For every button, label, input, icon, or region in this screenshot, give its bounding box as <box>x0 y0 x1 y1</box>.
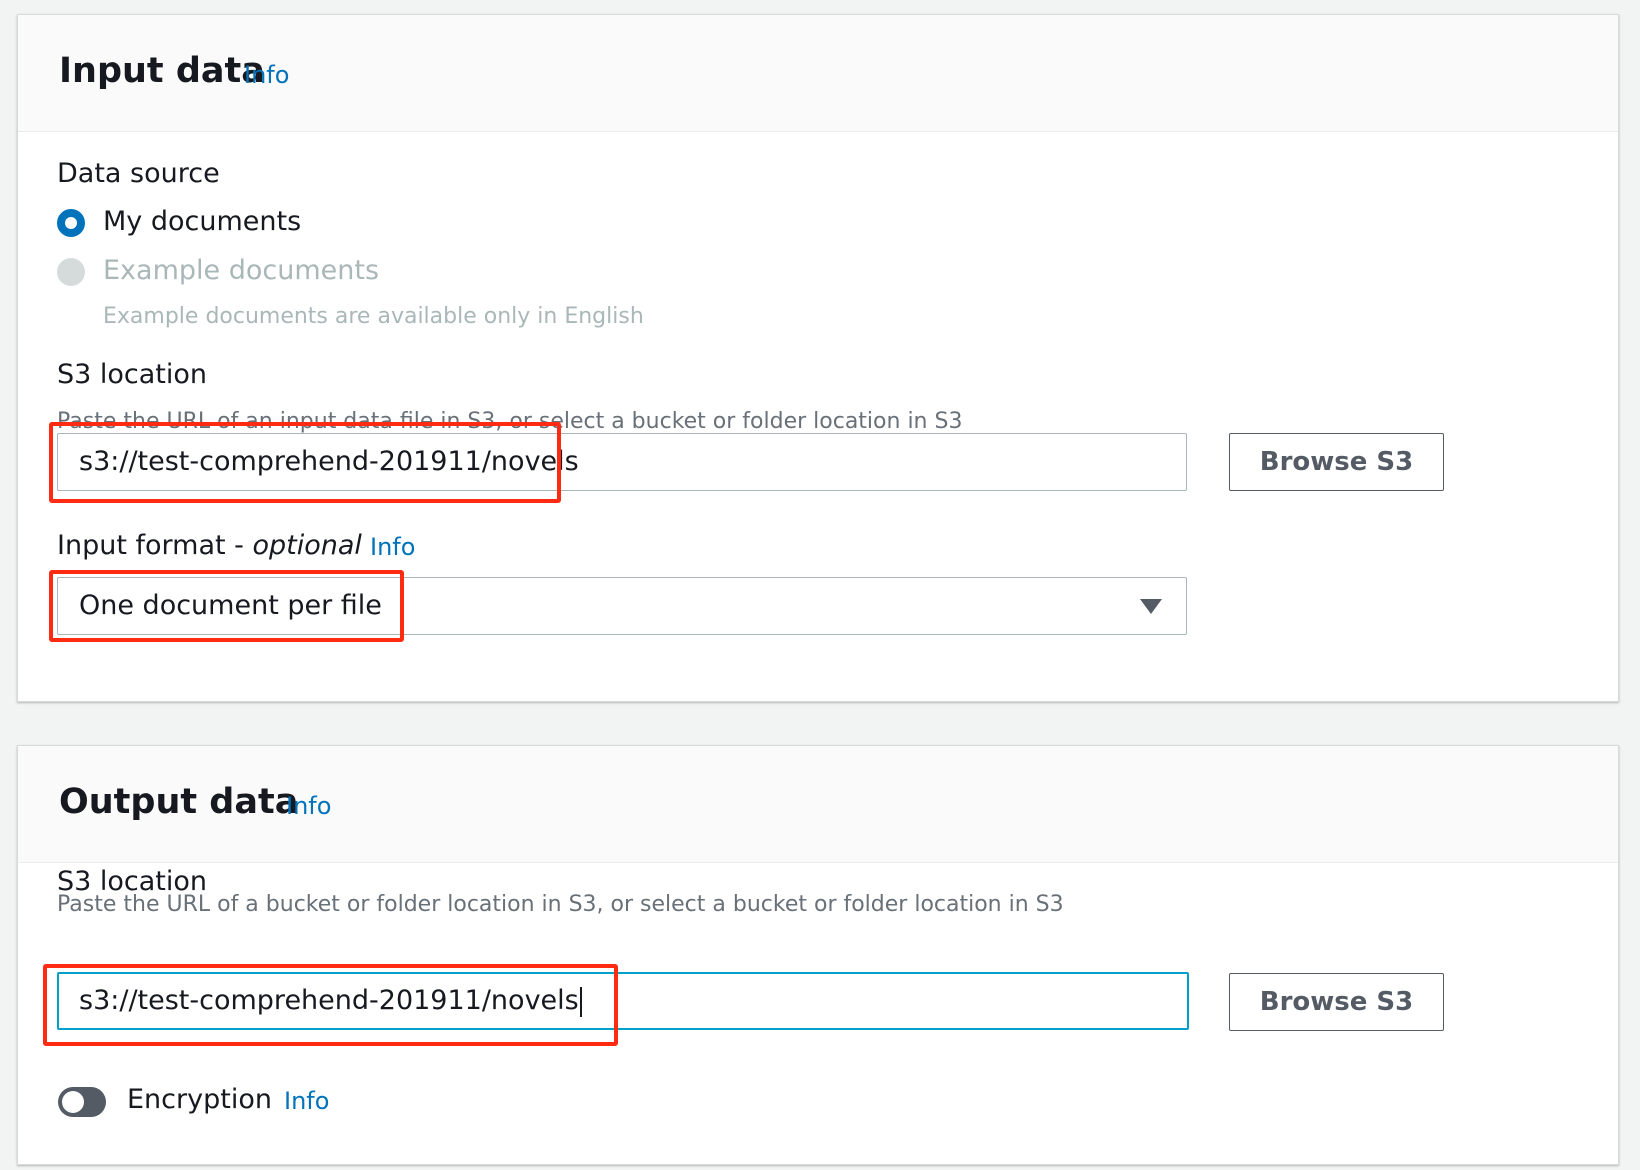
input-format-label: Input format - optional <box>57 530 362 562</box>
input-format-select[interactable]: One document per file <box>57 577 1187 635</box>
output-s3-location-description: Paste the URL of a bucket or folder loca… <box>57 892 1064 917</box>
input-format-selected: One document per file <box>79 590 382 621</box>
caret-down-icon <box>1140 599 1162 614</box>
input-data-panel: Input data Info Data source My documents… <box>17 14 1619 702</box>
output-data-panel: Output data Info S3 location Paste the U… <box>17 745 1619 1165</box>
output-s3-location-value: s3://test-comprehend-201911/novels <box>79 985 579 1016</box>
data-source-label: Data source <box>57 158 220 189</box>
input-s3-location-value: s3://test-comprehend-201911/novels <box>79 446 579 477</box>
input-data-header: Input data Info <box>18 15 1618 132</box>
my-documents-label[interactable]: My documents <box>103 206 301 238</box>
output-data-title: Output data <box>59 782 299 822</box>
example-documents-label: Example documents <box>103 255 380 286</box>
input-format-info-link[interactable]: Info <box>370 533 415 562</box>
encryption-toggle[interactable] <box>58 1087 106 1117</box>
input-format-label-text: Input format - <box>57 530 253 561</box>
input-s3-location-field[interactable]: s3://test-comprehend-201911/novels <box>57 433 1187 491</box>
input-data-info-link[interactable]: Info <box>244 61 289 90</box>
input-format-optional: optional <box>252 530 362 561</box>
example-documents-radio <box>57 258 85 286</box>
text-cursor <box>579 986 582 1017</box>
toggle-knob <box>62 1091 84 1113</box>
output-s3-location-field[interactable]: s3://test-comprehend-201911/novels <box>57 972 1189 1030</box>
encryption-info-link[interactable]: Info <box>284 1087 329 1116</box>
output-data-info-link[interactable]: Info <box>286 792 331 821</box>
my-documents-radio[interactable] <box>57 209 85 237</box>
output-browse-s3-button[interactable]: Browse S3 <box>1229 973 1444 1031</box>
input-browse-s3-button[interactable]: Browse S3 <box>1229 433 1444 491</box>
encryption-label: Encryption <box>127 1084 272 1115</box>
example-documents-description: Example documents are available only in … <box>103 304 644 329</box>
input-data-title: Input data <box>59 51 265 91</box>
output-data-header: Output data Info <box>18 746 1618 863</box>
input-s3-location-description: Paste the URL of an input data file in S… <box>57 409 963 434</box>
input-s3-location-label: S3 location <box>57 359 208 390</box>
